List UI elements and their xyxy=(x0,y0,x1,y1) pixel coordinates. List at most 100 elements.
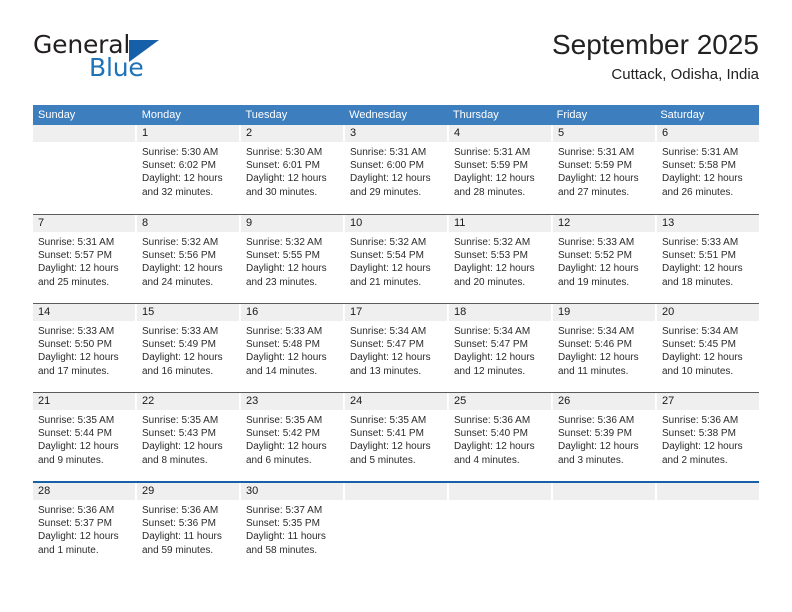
sunrise-text: Sunrise: 5:30 AM xyxy=(246,147,323,158)
calendar-day-cell[interactable]: 29 Sunrise: 5:36 AM Sunset: 5:36 PM Dayligh… xyxy=(137,483,241,556)
calendar-day-cell[interactable]: 18 Sunrise: 5:34 AM Sunset: 5:47 PM Dayligh… xyxy=(449,304,553,392)
sunrise-text: Sunrise: 5:34 AM xyxy=(558,326,635,337)
calendar-day-cell[interactable]: 1 Sunrise: 5:30 AM Sunset: 6:02 PM Daylight… xyxy=(137,125,241,214)
sunrise-text: Sunrise: 5:34 AM xyxy=(454,326,531,337)
daylight-text-line1: Daylight: 12 hours xyxy=(142,263,223,275)
calendar-day-cell[interactable]: 19 Sunrise: 5:34 AM Sunset: 5:46 PM Dayligh… xyxy=(553,304,657,392)
title-block: September 2025 Cuttack, Odisha, India xyxy=(552,28,759,86)
day-number: 22 xyxy=(137,393,239,410)
sunrise-text: Sunrise: 5:36 AM xyxy=(558,415,635,426)
calendar-day-cell[interactable]: 11 Sunrise: 5:32 AM Sunset: 5:53 PM Dayligh… xyxy=(449,215,553,303)
daylight-text-line1: Daylight: 12 hours xyxy=(246,173,327,185)
daylight-text-line1: Daylight: 12 hours xyxy=(38,531,119,543)
sunset-text: Sunset: 5:59 PM xyxy=(454,160,528,172)
calendar-day-cell[interactable]: 5 Sunrise: 5:31 AM Sunset: 5:59 PM Daylight… xyxy=(553,125,657,214)
calendar-week-row: 1 Sunrise: 5:30 AM Sunset: 6:02 PM Daylight… xyxy=(33,125,759,214)
sunrise-text: Sunrise: 5:32 AM xyxy=(350,237,427,248)
calendar-page: General Blue September 2025 Cuttack, Odi… xyxy=(0,0,792,612)
sunrise-text: Sunrise: 5:36 AM xyxy=(454,415,531,426)
calendar-day-cell[interactable]: 15 Sunrise: 5:33 AM Sunset: 5:49 PM Dayligh… xyxy=(137,304,241,392)
daylight-text-line1: Daylight: 12 hours xyxy=(454,441,535,453)
calendar-day-cell[interactable]: 27 Sunrise: 5:36 AM Sunset: 5:38 PM Dayligh… xyxy=(657,393,759,481)
daylight-text-line2: and 28 minutes. xyxy=(454,186,526,198)
day-number: 21 xyxy=(33,393,135,410)
calendar-day-cell[interactable]: 28 Sunrise: 5:36 AM Sunset: 5:37 PM Dayligh… xyxy=(33,483,137,556)
sunrise-text: Sunrise: 5:31 AM xyxy=(558,147,635,158)
daylight-text-line2: and 6 minutes. xyxy=(246,454,312,466)
day-number: 2 xyxy=(241,125,343,142)
general-blue-logo[interactable]: General Blue xyxy=(33,28,263,88)
weekday-header-thursday: Thursday xyxy=(452,109,499,121)
calendar-day-cell[interactable]: 16 Sunrise: 5:33 AM Sunset: 5:48 PM Dayligh… xyxy=(241,304,345,392)
sunset-text: Sunset: 5:59 PM xyxy=(558,160,632,172)
calendar-day-cell[interactable]: 3 Sunrise: 5:31 AM Sunset: 6:00 PM Daylight… xyxy=(345,125,449,214)
sunset-text: Sunset: 5:48 PM xyxy=(246,339,320,351)
sunset-text: Sunset: 5:47 PM xyxy=(350,339,424,351)
weekday-header-monday: Monday xyxy=(141,109,181,121)
calendar-day-cell[interactable]: 2 Sunrise: 5:30 AM Sunset: 6:01 PM Daylight… xyxy=(241,125,345,214)
day-sun-info: Sunrise: 5:32 AM Sunset: 5:56 PM Daylight:… xyxy=(137,232,239,289)
calendar-day-cell[interactable]: 4 Sunrise: 5:31 AM Sunset: 5:59 PM Daylight… xyxy=(449,125,553,214)
day-number: 9 xyxy=(241,215,343,232)
calendar-day-cell[interactable]: 22 Sunrise: 5:35 AM Sunset: 5:43 PM Dayligh… xyxy=(137,393,241,481)
sunrise-text: Sunrise: 5:33 AM xyxy=(38,326,115,337)
daylight-text-line2: and 5 minutes. xyxy=(350,454,416,466)
sunset-text: Sunset: 5:49 PM xyxy=(142,339,216,351)
daylight-text-line2: and 12 minutes. xyxy=(454,365,526,377)
calendar-day-cell[interactable]: 8 Sunrise: 5:32 AM Sunset: 5:56 PM Daylight… xyxy=(137,215,241,303)
day-sun-info: Sunrise: 5:31 AM Sunset: 6:00 PM Daylight:… xyxy=(345,142,447,199)
sunset-text: Sunset: 5:47 PM xyxy=(454,339,528,351)
daylight-text-line1: Daylight: 12 hours xyxy=(454,352,535,364)
sunset-text: Sunset: 5:52 PM xyxy=(558,250,632,262)
daylight-text-line2: and 13 minutes. xyxy=(350,365,422,377)
daylight-text-line2: and 27 minutes. xyxy=(558,186,630,198)
calendar-day-cell[interactable]: 12 Sunrise: 5:33 AM Sunset: 5:52 PM Dayligh… xyxy=(553,215,657,303)
day-sun-info: Sunrise: 5:33 AM Sunset: 5:50 PM Daylight:… xyxy=(33,321,135,378)
page-subtitle: Cuttack, Odisha, India xyxy=(611,66,759,83)
sunset-text: Sunset: 6:00 PM xyxy=(350,160,424,172)
calendar-day-cell[interactable]: 21 Sunrise: 5:35 AM Sunset: 5:44 PM Dayligh… xyxy=(33,393,137,481)
day-sun-info: Sunrise: 5:37 AM Sunset: 5:35 PM Daylight:… xyxy=(241,500,343,557)
sunset-text: Sunset: 5:53 PM xyxy=(454,250,528,262)
day-number: 15 xyxy=(137,304,239,321)
day-sun-info: Sunrise: 5:33 AM Sunset: 5:48 PM Daylight:… xyxy=(241,321,343,378)
daylight-text-line1: Daylight: 12 hours xyxy=(350,352,431,364)
calendar-day-cell[interactable]: 26 Sunrise: 5:36 AM Sunset: 5:39 PM Dayligh… xyxy=(553,393,657,481)
calendar-day-cell-empty xyxy=(553,483,657,551)
sunset-text: Sunset: 5:42 PM xyxy=(246,428,320,440)
day-number: 17 xyxy=(345,304,447,321)
daylight-text-line1: Daylight: 12 hours xyxy=(246,263,327,275)
day-number xyxy=(657,483,759,500)
day-number: 3 xyxy=(345,125,447,142)
calendar-day-cell[interactable]: 30 Sunrise: 5:37 AM Sunset: 5:35 PM Dayligh… xyxy=(241,483,345,556)
day-number: 10 xyxy=(345,215,447,232)
calendar-day-cell[interactable]: 13 Sunrise: 5:33 AM Sunset: 5:51 PM Dayligh… xyxy=(657,215,759,303)
calendar-day-cell[interactable]: 10 Sunrise: 5:32 AM Sunset: 5:54 PM Dayligh… xyxy=(345,215,449,303)
sunrise-text: Sunrise: 5:35 AM xyxy=(350,415,427,426)
daylight-text-line1: Daylight: 12 hours xyxy=(454,263,535,275)
calendar-day-cell[interactable]: 14 Sunrise: 5:33 AM Sunset: 5:50 PM Dayligh… xyxy=(33,304,137,392)
sunrise-text: Sunrise: 5:35 AM xyxy=(142,415,219,426)
calendar-day-cell[interactable]: 9 Sunrise: 5:32 AM Sunset: 5:55 PM Daylight… xyxy=(241,215,345,303)
day-number xyxy=(553,483,655,500)
calendar-week-row: 21 Sunrise: 5:35 AM Sunset: 5:44 PM Dayligh… xyxy=(33,392,759,481)
calendar-day-cell-empty xyxy=(449,483,553,551)
day-number: 18 xyxy=(449,304,551,321)
calendar-day-cell[interactable]: 25 Sunrise: 5:36 AM Sunset: 5:40 PM Dayligh… xyxy=(449,393,553,481)
day-sun-info: Sunrise: 5:36 AM Sunset: 5:36 PM Daylight:… xyxy=(137,500,239,557)
calendar-day-cell[interactable]: 17 Sunrise: 5:34 AM Sunset: 5:47 PM Dayligh… xyxy=(345,304,449,392)
calendar-day-cell[interactable]: 20 Sunrise: 5:34 AM Sunset: 5:45 PM Dayligh… xyxy=(657,304,759,392)
sunset-text: Sunset: 6:02 PM xyxy=(142,160,216,172)
calendar-day-cell[interactable]: 24 Sunrise: 5:35 AM Sunset: 5:41 PM Dayligh… xyxy=(345,393,449,481)
calendar-day-cell[interactable]: 6 Sunrise: 5:31 AM Sunset: 5:58 PM Daylight… xyxy=(657,125,759,214)
day-sun-info: Sunrise: 5:34 AM Sunset: 5:47 PM Daylight:… xyxy=(345,321,447,378)
daylight-text-line2: and 11 minutes. xyxy=(558,365,629,377)
sunset-text: Sunset: 5:43 PM xyxy=(142,428,216,440)
calendar-day-cell[interactable]: 7 Sunrise: 5:31 AM Sunset: 5:57 PM Daylight… xyxy=(33,215,137,303)
day-sun-info: Sunrise: 5:33 AM Sunset: 5:51 PM Daylight:… xyxy=(657,232,759,289)
page-header: General Blue September 2025 Cuttack, Odi… xyxy=(33,28,759,92)
weekday-header-tuesday: Tuesday xyxy=(245,109,288,121)
calendar-day-cell[interactable]: 23 Sunrise: 5:35 AM Sunset: 5:42 PM Dayligh… xyxy=(241,393,345,481)
brand-name-blue: Blue xyxy=(89,53,144,82)
calendar-weeks: 1 Sunrise: 5:30 AM Sunset: 6:02 PM Daylight… xyxy=(33,125,759,556)
